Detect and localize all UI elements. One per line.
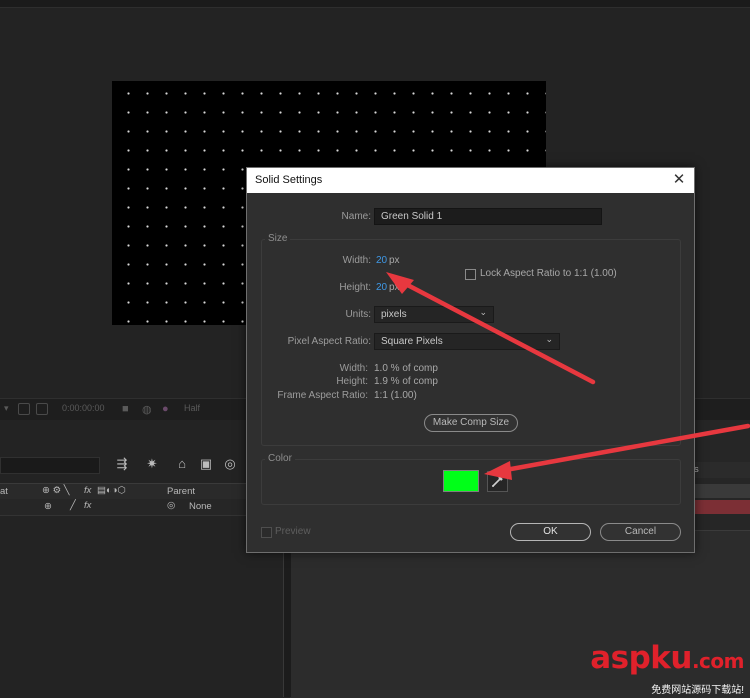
- watermark-tagline: 免费网站源码下载站!: [651, 685, 744, 696]
- arrow-head-swatch: [484, 461, 512, 480]
- arrow-to-width: [395, 277, 596, 385]
- watermark: aspku.com 免费网站源码下载站!: [590, 640, 745, 697]
- arrow-to-swatch: [497, 423, 750, 474]
- arrow-head-width: [386, 272, 414, 294]
- annotation-arrows: [386, 272, 750, 480]
- watermark-logo: aspku: [590, 640, 692, 676]
- watermark-domain: .com: [691, 649, 745, 673]
